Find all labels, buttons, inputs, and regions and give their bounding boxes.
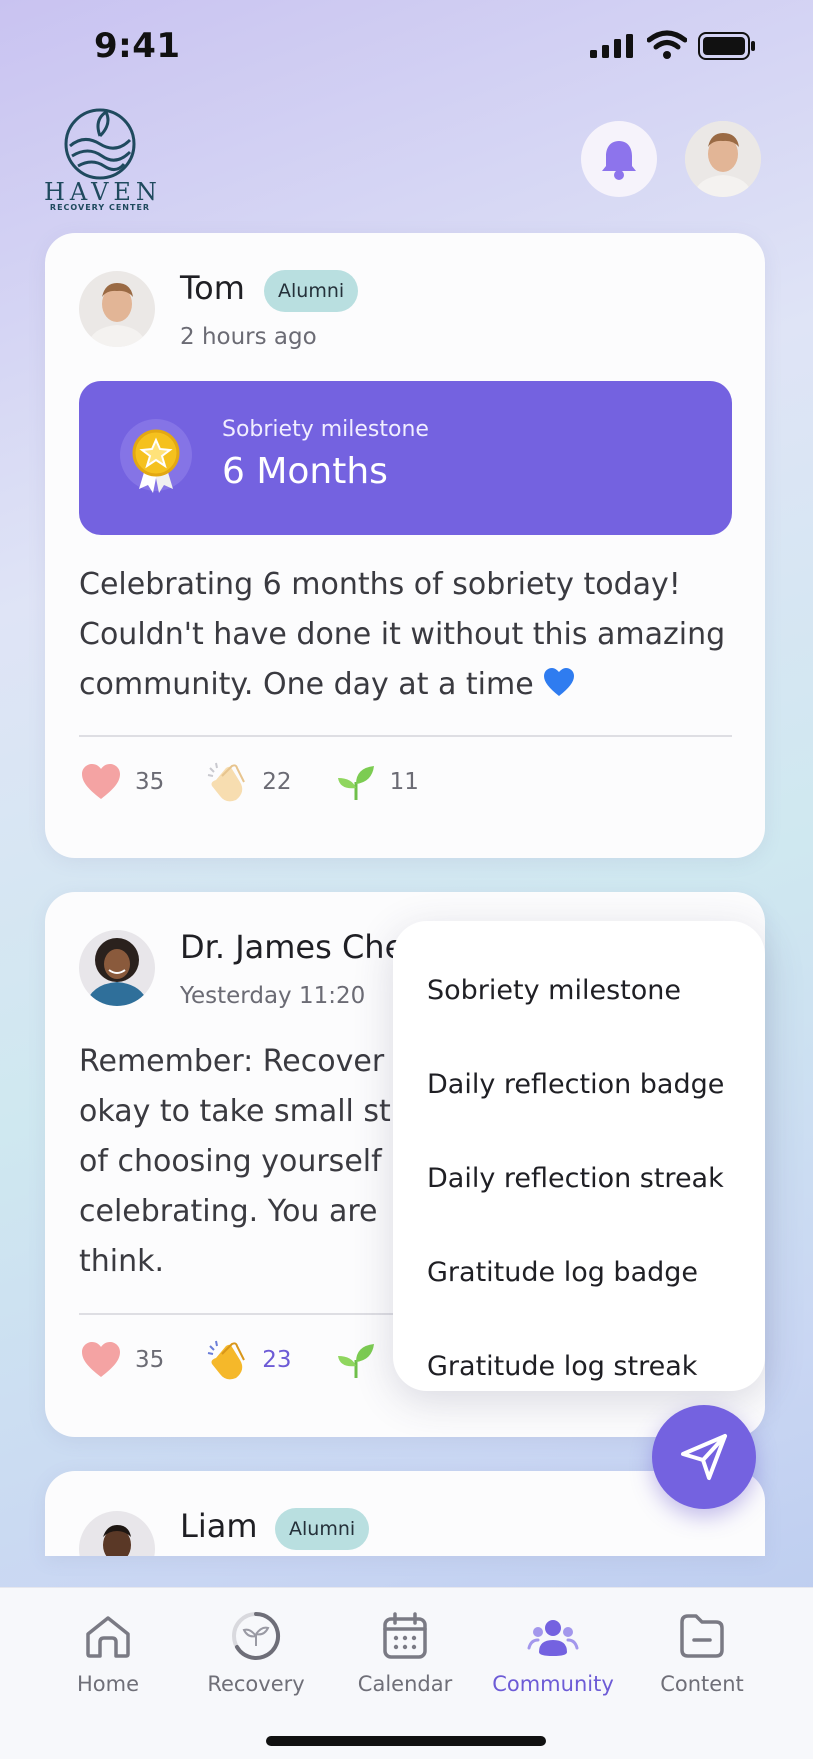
post-author-name[interactable]: Dr. James Che	[180, 928, 404, 966]
avatar-man-icon	[79, 271, 155, 347]
notifications-button[interactable]	[581, 121, 657, 197]
battery-icon	[698, 32, 755, 60]
post-author-avatar[interactable]	[79, 930, 155, 1006]
alumni-badge: Alumni	[264, 270, 359, 312]
post-divider	[79, 735, 732, 737]
avatar-man-icon	[685, 121, 761, 197]
send-icon	[681, 1434, 727, 1480]
clap-count: 23	[262, 1347, 292, 1373]
sprout-reaction-button[interactable]	[334, 1338, 378, 1382]
post-author-avatar[interactable]	[79, 271, 155, 347]
logo-text: HAVEN	[44, 178, 162, 206]
calendar-icon	[383, 1612, 427, 1659]
recovery-progress-icon	[232, 1611, 281, 1660]
post-card[interactable]: Liam Alumni	[45, 1471, 765, 1556]
nav-home[interactable]: Home	[38, 1610, 178, 1696]
wifi-icon	[647, 30, 687, 59]
post-card[interactable]: Tom Alumni 2 hours ago Sobriety mileston…	[45, 233, 765, 858]
clapping-hands-icon	[208, 762, 246, 802]
nav-content[interactable]: Content	[632, 1610, 772, 1696]
menu-item-sobriety-milestone[interactable]: Sobriety milestone	[393, 943, 765, 1037]
community-icon	[527, 1620, 579, 1656]
home-indicator	[266, 1736, 546, 1746]
bell-icon	[602, 141, 636, 180]
clapping-hands-icon	[208, 1340, 246, 1380]
sprout-icon	[337, 766, 374, 800]
heart-reaction-button[interactable]: 35	[79, 760, 164, 804]
post-text-content: Celebrating 6 months of sobriety today! …	[79, 567, 726, 702]
post-timestamp: 2 hours ago	[180, 324, 317, 350]
heart-count: 35	[135, 1347, 165, 1373]
nav-calendar[interactable]: Calendar	[335, 1610, 475, 1696]
nav-label: Home	[76, 1672, 139, 1696]
menu-item-daily-reflection-badge[interactable]: Daily reflection badge	[393, 1037, 765, 1131]
reaction-bar: 35 23	[79, 1338, 420, 1382]
nav-label: Recovery	[207, 1672, 305, 1696]
heart-reaction-button[interactable]: 35	[79, 1338, 164, 1382]
clap-reaction-button[interactable]: 23	[206, 1338, 292, 1382]
bottom-navigation: Home Recovery Calendar Community Content	[0, 1587, 813, 1759]
milestone-value: 6 Months	[222, 451, 388, 492]
sprout-count: 11	[389, 769, 419, 795]
post-author-name[interactable]: Tom	[180, 269, 245, 307]
menu-item-gratitude-log-streak[interactable]: Gratitude log streak	[393, 1319, 765, 1413]
cellular-signal-icon	[590, 34, 633, 58]
home-icon	[86, 1616, 130, 1658]
menu-item-gratitude-log-badge[interactable]: Gratitude log badge	[393, 1225, 765, 1319]
content-folder-icon	[680, 1614, 724, 1658]
heart-count: 35	[135, 769, 165, 795]
sprout-reaction-button[interactable]: 11	[334, 760, 419, 804]
profile-avatar[interactable]	[685, 121, 761, 197]
sprout-icon	[337, 1344, 374, 1378]
avatar-man-icon	[79, 1511, 155, 1556]
reaction-bar: 35 22 11	[79, 760, 461, 804]
milestone-label: Sobriety milestone	[222, 417, 429, 442]
milestone-banner: Sobriety milestone 6 Months	[79, 381, 732, 535]
avatar-woman-icon	[79, 930, 155, 1006]
blue-heart-icon	[544, 668, 575, 696]
share-post-button[interactable]	[652, 1405, 756, 1509]
logo-subtext: RECOVERY CENTER	[49, 203, 151, 212]
status-bar: 9:41	[0, 0, 813, 95]
clap-count: 22	[262, 769, 292, 795]
post-author-name[interactable]: Liam	[180, 1507, 258, 1545]
clap-reaction-button[interactable]: 22	[206, 760, 292, 804]
post-timestamp: Yesterday 11:20	[180, 983, 366, 1009]
heart-icon	[82, 1342, 120, 1377]
heart-icon	[82, 764, 120, 799]
alumni-badge: Alumni	[275, 1508, 370, 1550]
nav-label: Community	[492, 1672, 614, 1696]
post-text: Celebrating 6 months of sobriety today! …	[79, 560, 739, 710]
status-time: 9:41	[94, 26, 181, 66]
post-type-menu: Sobriety milestone Daily reflection badg…	[393, 921, 765, 1391]
medal-icon	[120, 419, 192, 493]
nav-label: Calendar	[357, 1672, 453, 1696]
nav-label: Content	[660, 1672, 744, 1696]
nav-community[interactable]: Community	[483, 1610, 623, 1696]
nav-recovery[interactable]: Recovery	[186, 1610, 326, 1696]
post-author-avatar[interactable]	[79, 1511, 155, 1556]
menu-item-daily-reflection-streak[interactable]: Daily reflection streak	[393, 1131, 765, 1225]
